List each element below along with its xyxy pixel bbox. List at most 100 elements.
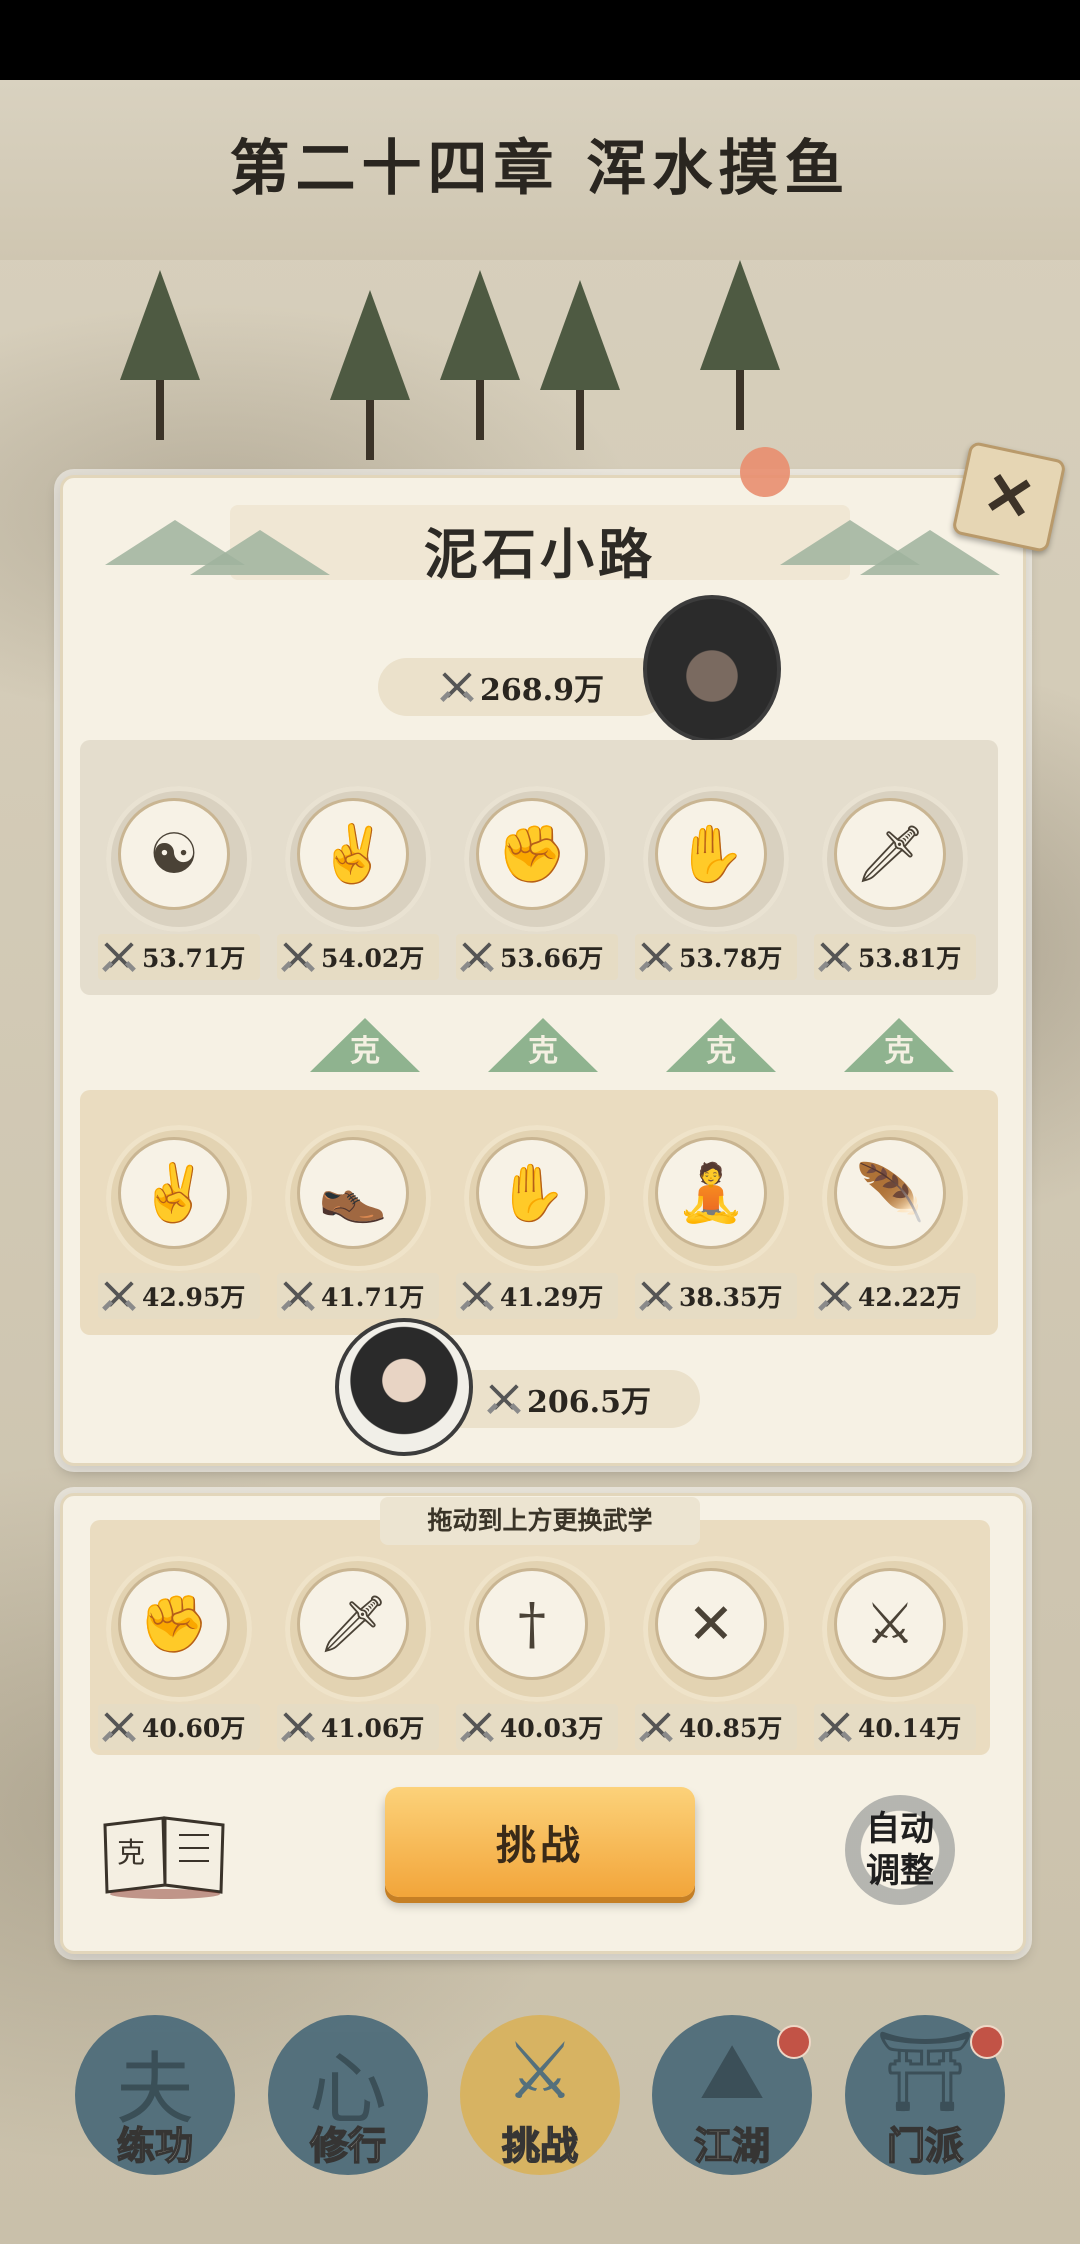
counter-manual-button[interactable]: 克 bbox=[95, 1810, 235, 1900]
skill-power: 42.95万 bbox=[98, 1273, 260, 1319]
crossed-swords-icon bbox=[487, 1384, 521, 1414]
counter-indicator: 克 bbox=[844, 1018, 954, 1072]
nav-challenge-icon: ⚔ bbox=[505, 2027, 575, 2117]
yin-yang-icon: ☯ bbox=[148, 821, 200, 887]
enemy-power-value: 268.9万 bbox=[480, 673, 604, 708]
nav-jianghu-button[interactable]: ⛰ 江湖 bbox=[652, 2015, 812, 2175]
skill-disc: 🗡 bbox=[834, 798, 946, 910]
crossed-swords-icon bbox=[639, 1281, 673, 1311]
auto-adjust-button[interactable]: 自动调整 bbox=[845, 1795, 955, 1905]
skill-power: 42.22万 bbox=[814, 1273, 976, 1319]
skill-disc: ☯ bbox=[118, 798, 230, 910]
skill-disc: 🗡 bbox=[297, 1568, 409, 1680]
player-skill-slot[interactable]: ✌ 42.95万 bbox=[98, 1125, 260, 1325]
close-button[interactable]: ✕ bbox=[951, 440, 1067, 554]
skill-power: 41.06万 bbox=[277, 1704, 439, 1750]
enemy-total-power: 268.9万 bbox=[378, 658, 668, 716]
skill-power: 53.71万 bbox=[98, 934, 260, 980]
meditation-icon: 🧘 bbox=[676, 1161, 746, 1226]
inventory-skill-slot[interactable]: ✊ 40.60万 bbox=[98, 1556, 260, 1756]
skill-power: 40.60万 bbox=[98, 1704, 260, 1750]
enemy-skill-slot[interactable]: ☯ 53.71万 bbox=[98, 786, 260, 986]
counter-indicator: 克 bbox=[310, 1018, 420, 1072]
player-power-value: 206.5万 bbox=[527, 1385, 651, 1420]
crossed-swords-icon bbox=[818, 1712, 852, 1742]
player-skill-slot[interactable]: 🪶 42.22万 bbox=[814, 1125, 976, 1325]
nav-sect-button[interactable]: ⛩ 门派 bbox=[845, 2015, 1005, 2175]
skill-power: 41.29万 bbox=[456, 1273, 618, 1319]
crossed-swords-icon bbox=[102, 1712, 136, 1742]
notification-badge bbox=[970, 2025, 1004, 2059]
enemy-skill-slot[interactable]: 🗡 53.81万 bbox=[814, 786, 976, 986]
inventory-skill-slot[interactable]: ⚔ 40.14万 bbox=[814, 1556, 976, 1756]
inventory-skill-slot[interactable]: ✕ 40.85万 bbox=[635, 1556, 797, 1756]
counter-indicator: 克 bbox=[666, 1018, 776, 1072]
skill-disc: † bbox=[476, 1568, 588, 1680]
crossed-swords-icon bbox=[460, 1281, 494, 1311]
nav-label: 练功 bbox=[116, 2122, 194, 2169]
nav-label: 江湖 bbox=[693, 2122, 771, 2169]
crossed-swords-icon bbox=[281, 1281, 315, 1311]
skill-disc: ✊ bbox=[118, 1568, 230, 1680]
skill-power: 53.81万 bbox=[814, 934, 976, 980]
status-bar bbox=[0, 0, 1080, 80]
player-portrait bbox=[335, 1318, 473, 1456]
crossed-spears-icon: ✕ bbox=[687, 1591, 735, 1657]
sun-decoration bbox=[740, 447, 790, 497]
skill-disc: 👞 bbox=[297, 1137, 409, 1249]
auto-adjust-label: 自动调整 bbox=[866, 1809, 934, 1891]
fist-icon: ✊ bbox=[497, 822, 567, 887]
enemy-skill-slot[interactable]: ✋ 53.78万 bbox=[635, 786, 797, 986]
enemy-skill-slot[interactable]: ✊ 53.66万 bbox=[456, 786, 618, 986]
counter-label: 克 bbox=[350, 1034, 380, 1069]
enemy-portrait bbox=[643, 595, 781, 743]
nav-training-button[interactable]: 夫练功 bbox=[75, 2015, 235, 2175]
skill-disc: 🪶 bbox=[834, 1137, 946, 1249]
skill-power: 38.35万 bbox=[635, 1273, 797, 1319]
boot-icon: 👞 bbox=[318, 1161, 388, 1226]
drag-hint: 拖动到上方更换武学 bbox=[380, 1497, 700, 1545]
tree bbox=[440, 270, 520, 440]
player-skill-slot[interactable]: 👞 41.71万 bbox=[277, 1125, 439, 1325]
player-skill-slot[interactable]: 🧘 38.35万 bbox=[635, 1125, 797, 1325]
skill-disc: ⚔ bbox=[834, 1568, 946, 1680]
book-icon: 克 bbox=[103, 1816, 225, 1899]
fist-icon: ✊ bbox=[139, 1592, 209, 1657]
skill-disc: ✊ bbox=[476, 798, 588, 910]
crossed-swords-icon bbox=[460, 942, 494, 972]
tree bbox=[700, 260, 780, 430]
stage-title: 泥石小路 bbox=[424, 522, 656, 586]
nav-challenge-button[interactable]: ⚔ 挑战 bbox=[460, 2015, 620, 2175]
crossed-swords-icon bbox=[281, 1712, 315, 1742]
sword-icon: † bbox=[518, 1591, 546, 1657]
two-finger-icon: ✌ bbox=[139, 1161, 209, 1226]
crossed-swords-icon bbox=[818, 1281, 852, 1311]
skill-disc: 🧘 bbox=[655, 1137, 767, 1249]
skill-disc: ✕ bbox=[655, 1568, 767, 1680]
feather-icon: 🪶 bbox=[855, 1161, 925, 1226]
tree bbox=[330, 290, 410, 460]
inventory-skill-slot[interactable]: † 40.03万 bbox=[456, 1556, 618, 1756]
sabre-icon: 🗡 bbox=[854, 822, 926, 887]
counter-indicator: 克 bbox=[488, 1018, 598, 1072]
skill-power: 53.66万 bbox=[456, 934, 618, 980]
counter-label: 克 bbox=[884, 1034, 914, 1069]
skill-power: 40.14万 bbox=[814, 1704, 976, 1750]
player-skill-slot[interactable]: ✋ 41.29万 bbox=[456, 1125, 618, 1325]
chapter-title: 第二十四章 浑水摸鱼 bbox=[229, 134, 851, 204]
enemy-skill-slot[interactable]: ✌ 54.02万 bbox=[277, 786, 439, 986]
skill-disc: ✋ bbox=[476, 1137, 588, 1249]
crossed-swords-icon bbox=[639, 1712, 673, 1742]
skill-power: 40.85万 bbox=[635, 1704, 797, 1750]
counter-label: 克 bbox=[706, 1034, 736, 1069]
nav-label: 挑战 bbox=[501, 2122, 579, 2169]
challenge-button[interactable]: 挑战 bbox=[385, 1787, 695, 1897]
nav-cultivation-button[interactable]: 心修行 bbox=[268, 2015, 428, 2175]
skill-power: 53.78万 bbox=[635, 934, 797, 980]
palm-icon: ✋ bbox=[676, 822, 746, 887]
crossed-swords-icon bbox=[440, 672, 474, 702]
inventory-skill-slot[interactable]: 🗡 41.06万 bbox=[277, 1556, 439, 1756]
palm-icon: ✋ bbox=[497, 1161, 567, 1226]
nav-label: 门派 bbox=[886, 2122, 964, 2169]
counter-label: 克 bbox=[528, 1034, 558, 1069]
